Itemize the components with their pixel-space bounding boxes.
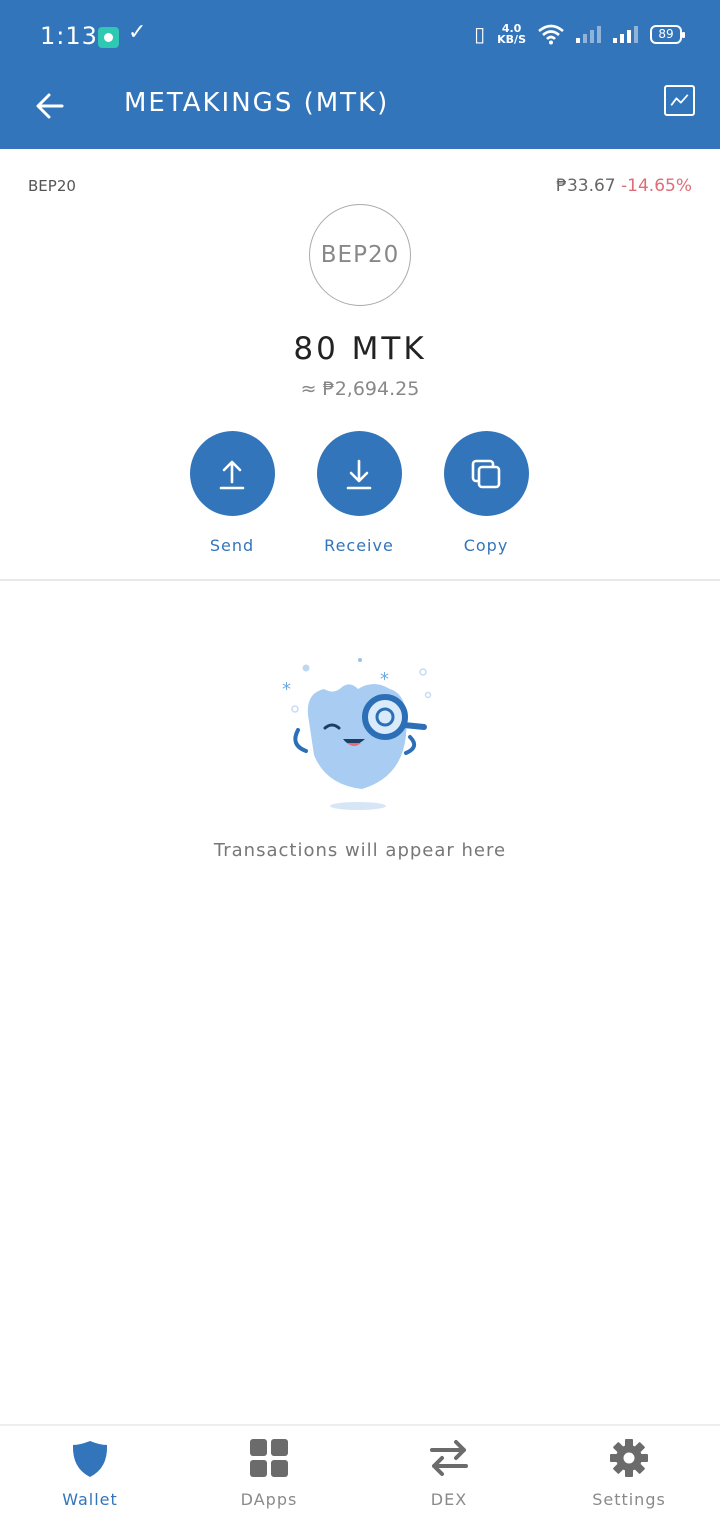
token-price-line: ₱33.67 -14.65% xyxy=(556,176,692,196)
receive-button[interactable] xyxy=(316,431,402,516)
nav-label-wallet: Wallet xyxy=(62,1490,118,1509)
status-time: 1:13 xyxy=(40,22,98,50)
fiat-balance: ≈ ₱2,694.25 xyxy=(300,378,420,400)
price-chart-button[interactable] xyxy=(664,85,695,116)
shield-icon xyxy=(72,1441,108,1477)
status-indicators: ▯ 4.0 KB/S 89 xyxy=(474,22,685,46)
signal-icon-sim1 xyxy=(576,25,601,43)
copy-label: Copy xyxy=(463,536,509,555)
check-icon: ✓ xyxy=(128,20,147,45)
arrow-down-icon xyxy=(346,459,372,489)
nav-label-dapps: DApps xyxy=(240,1490,298,1509)
price-change: -14.65% xyxy=(621,176,692,196)
nav-label-dex: DEX xyxy=(430,1490,468,1509)
send-label: Send xyxy=(209,536,255,555)
nav-label-settings: Settings xyxy=(592,1490,666,1509)
network-speed-unit: KB/S xyxy=(497,33,526,46)
network-speed: 4.0 KB/S xyxy=(497,23,526,45)
copy-button[interactable] xyxy=(443,431,529,516)
gear-icon xyxy=(610,1439,648,1477)
swap-icon xyxy=(430,1440,468,1476)
signal-icon-sim2 xyxy=(613,25,638,43)
nav-item-dex[interactable]: DEX xyxy=(379,1438,519,1509)
empty-state-message: Transactions will appear here xyxy=(213,840,507,861)
token-logo: BEP20 xyxy=(309,204,411,306)
app-bar: METAKINGS (MTK) xyxy=(0,72,720,149)
nav-item-wallet[interactable]: Wallet xyxy=(20,1438,160,1509)
grid-icon xyxy=(250,1439,288,1477)
app-notification-icon xyxy=(98,27,119,48)
nav-item-settings[interactable]: Settings xyxy=(559,1438,699,1509)
search-mascot-illustration: * * xyxy=(282,658,432,810)
chart-line-icon xyxy=(670,94,689,106)
vibrate-icon: ▯ xyxy=(474,22,486,46)
page-title: METAKINGS (MTK) xyxy=(124,88,390,118)
token-price: ₱33.67 xyxy=(556,176,616,196)
token-balance: 80 MTK xyxy=(293,331,427,367)
send-button[interactable] xyxy=(189,431,275,516)
back-button[interactable] xyxy=(30,86,70,126)
svg-text:*: * xyxy=(282,679,291,700)
nav-item-dapps[interactable]: DApps xyxy=(199,1438,339,1509)
token-summary: BEP20 ₱33.67 -14.65% BEP20 80 MTK ≈ ₱2,6… xyxy=(0,149,720,581)
arrow-left-icon xyxy=(36,93,64,119)
battery-icon: 89 xyxy=(650,24,685,44)
copy-icon xyxy=(471,459,501,488)
status-bar: 1:13 ✓ ▯ 4.0 KB/S 89 xyxy=(0,0,720,72)
send-action[interactable]: Send xyxy=(172,431,292,555)
copy-action[interactable]: Copy xyxy=(426,431,546,555)
token-standard: BEP20 xyxy=(28,177,76,195)
wifi-icon xyxy=(538,24,564,45)
receive-label: Receive xyxy=(324,536,394,555)
arrow-up-icon xyxy=(219,460,245,489)
bottom-nav: Wallet DApps DEX Settings xyxy=(0,1424,720,1520)
receive-action[interactable]: Receive xyxy=(299,431,419,555)
